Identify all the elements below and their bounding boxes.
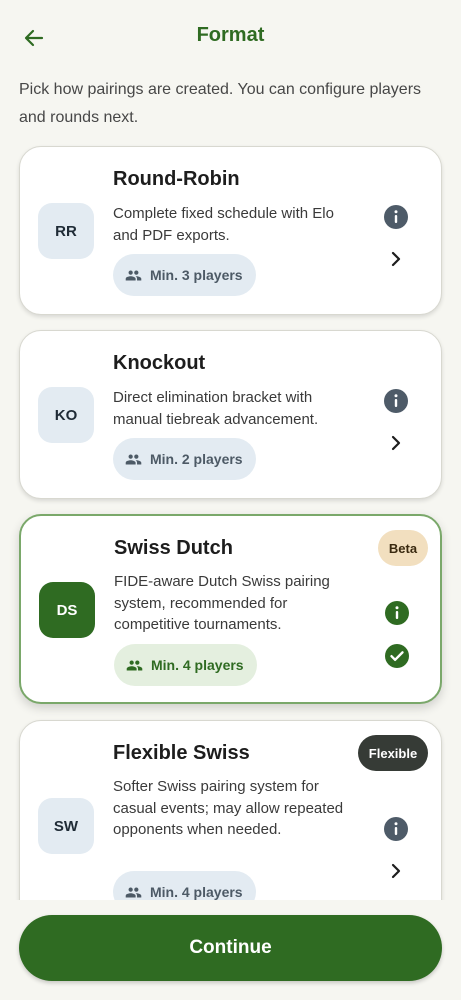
info-icon[interactable] <box>383 204 409 230</box>
format-abbr-badge: KO <box>38 387 94 443</box>
format-title: Swiss Dutch <box>114 537 233 559</box>
format-abbr-badge: SW <box>38 798 94 854</box>
format-description: FIDE-aware Dutch Swiss pairing system, r… <box>114 573 330 633</box>
format-abbr-badge: RR <box>38 203 94 259</box>
format-card-round-robin[interactable]: RR Round-Robin Complete fixed schedule w… <box>19 146 442 315</box>
chevron-right-icon <box>386 249 406 269</box>
info-icon[interactable] <box>383 816 409 842</box>
page-subtitle: Pick how pairings are created. You can c… <box>19 81 422 126</box>
min-players-label: Min. 4 players <box>151 657 244 673</box>
format-title: Knockout <box>113 352 206 374</box>
format-description: Softer Swiss pairing system for casual e… <box>113 778 344 838</box>
min-players-label: Min. 3 players <box>150 267 243 283</box>
chevron-right-icon <box>386 433 406 453</box>
format-description: Complete fixed schedule with Elo and PDF… <box>113 205 334 244</box>
people-icon <box>125 454 142 464</box>
check-circle-icon <box>384 643 410 669</box>
min-players-label: Min. 2 players <box>150 451 243 467</box>
info-icon[interactable] <box>384 600 410 626</box>
beta-tag: Beta <box>378 530 428 566</box>
format-card-knockout[interactable]: KO Knockout Direct elimination bracket w… <box>19 330 442 499</box>
min-players-chip: Min. 3 players <box>113 254 256 296</box>
min-players-chip: Min. 4 players <box>114 644 257 686</box>
people-icon <box>125 270 142 280</box>
people-icon <box>125 887 142 897</box>
format-card-swiss-dutch[interactable]: DS Swiss Dutch FIDE-aware Dutch Swiss pa… <box>19 514 442 704</box>
chevron-right-icon <box>386 861 406 881</box>
app-bar: Format <box>0 0 461 74</box>
continue-button[interactable]: Continue <box>19 915 442 981</box>
info-icon[interactable] <box>383 388 409 414</box>
format-title: Flexible Swiss <box>113 742 250 764</box>
min-players-chip: Min. 2 players <box>113 438 256 480</box>
format-title: Round-Robin <box>113 168 240 190</box>
flexible-tag: Flexible <box>358 735 428 771</box>
format-abbr-badge: DS <box>39 582 95 638</box>
people-icon <box>126 660 143 670</box>
format-description: Direct elimination bracket with manual t… <box>113 389 319 428</box>
page-title: Format <box>196 24 265 46</box>
min-players-label: Min. 4 players <box>150 884 243 900</box>
